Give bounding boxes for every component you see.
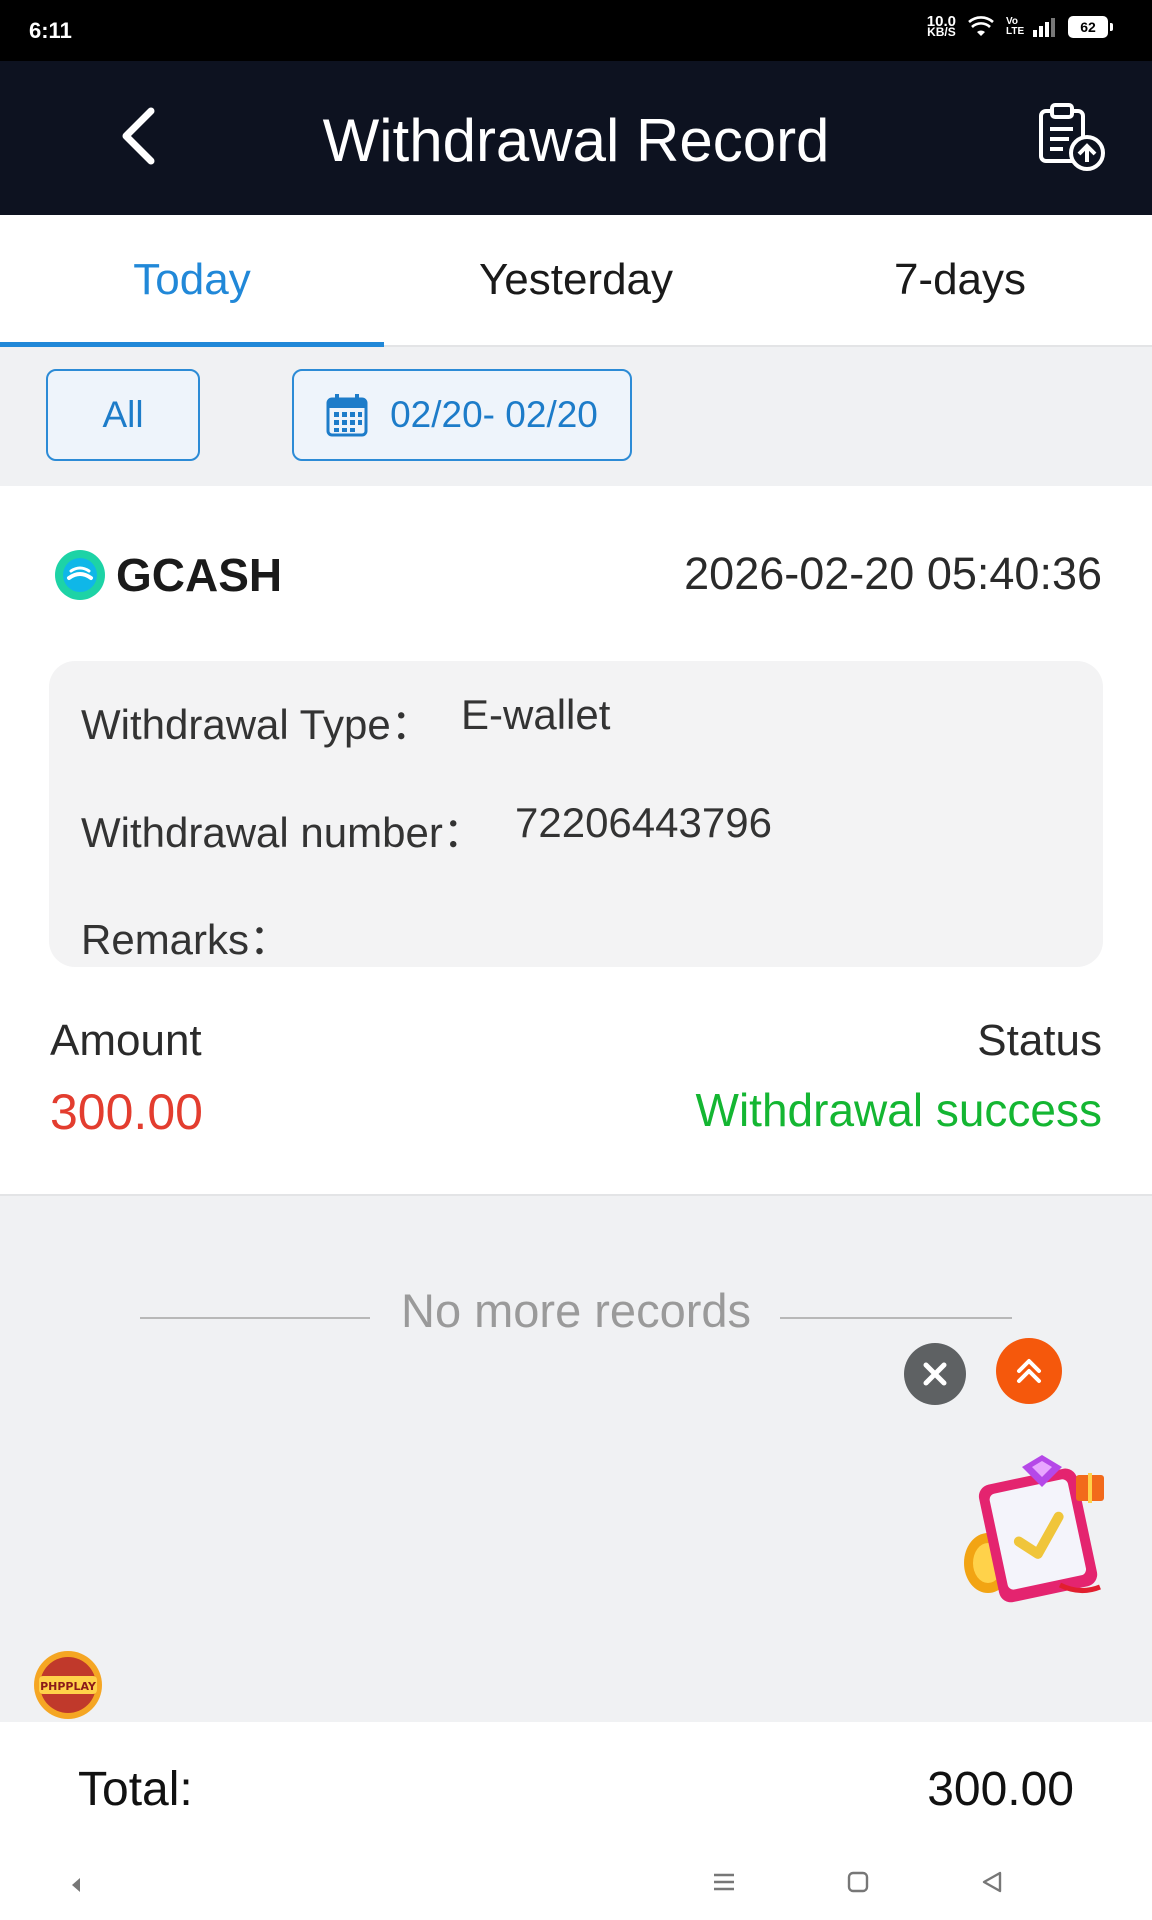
provider: GCASH: [54, 548, 282, 602]
no-more-records-text: No more records: [401, 1284, 751, 1337]
wifi-icon: [968, 16, 994, 36]
clipboard-upload-icon[interactable]: [1035, 101, 1107, 173]
withdrawal-record-card[interactable]: GCASH 2026-02-20 05:40:36 Withdrawal Typ…: [0, 486, 1152, 1196]
filter-bar: All 02/20- 02/20: [0, 349, 1152, 486]
signal-icon: [1033, 18, 1055, 37]
date-range-button[interactable]: 02/20- 02/20: [292, 369, 632, 461]
tab-yesterday[interactable]: Yesterday: [384, 215, 768, 345]
withdrawal-number-label: Withdrawal number：: [81, 809, 485, 856]
volte-icon: Vo LTE: [1006, 16, 1025, 37]
status-value: Withdrawal success: [695, 1084, 1102, 1136]
period-tabs: Today Yesterday 7-days: [0, 215, 1152, 347]
date-range-label: 02/20- 02/20: [390, 394, 598, 435]
withdrawal-type-label: Withdrawal Type：: [81, 701, 433, 748]
withdrawal-number-row: Withdrawal number： 72206443796: [81, 799, 772, 860]
total-value: 300.00: [927, 1763, 1074, 1816]
close-float-button[interactable]: [904, 1343, 966, 1405]
close-icon: [923, 1362, 947, 1386]
double-chevron-up-icon: [1017, 1359, 1041, 1383]
back-triangle-icon[interactable]: [980, 1870, 1004, 1894]
menu-icon[interactable]: [712, 1870, 736, 1894]
net-speed-unit: KB/S: [927, 25, 956, 39]
record-details: Withdrawal Type： E-wallet Withdrawal num…: [49, 661, 1103, 967]
status-label: Status: [977, 1016, 1102, 1065]
status-icons: 10.0 KB/S Vo LTE 62: [927, 14, 1113, 39]
list-end-indicator: No more records: [0, 1283, 1152, 1338]
app-header: Withdrawal Record: [0, 61, 1152, 215]
phplay-badge-icon: PHPPLAY: [34, 1651, 102, 1719]
nav-collapse-icon[interactable]: [68, 1876, 84, 1894]
scroll-to-top-button[interactable]: [996, 1338, 1062, 1404]
withdrawal-type-row: Withdrawal Type： E-wallet: [81, 691, 610, 752]
amount-label: Amount: [50, 1016, 202, 1065]
withdrawal-number-value: 72206443796: [515, 799, 772, 846]
withdrawal-type-value: E-wallet: [461, 691, 611, 738]
all-filter-label: All: [102, 394, 144, 435]
system-nav-bar: [0, 1848, 1152, 1920]
phplay-logo-button[interactable]: PHPPLAY: [33, 1650, 103, 1720]
remarks-row: Remarks：: [81, 906, 291, 967]
divider-right: [780, 1317, 1012, 1319]
gcash-logo-icon: [55, 550, 105, 600]
divider-left: [140, 1317, 370, 1319]
promo-checklist-icon[interactable]: [950, 1445, 1116, 1611]
phplay-badge-text: PHPPLAY: [40, 1680, 97, 1693]
amount-value: 300.00: [50, 1084, 203, 1140]
record-datetime: 2026-02-20 05:40:36: [684, 548, 1102, 599]
remarks-label: Remarks：: [81, 916, 292, 963]
total-bar: Total: 300.00: [0, 1722, 1152, 1848]
all-filter-button[interactable]: All: [46, 369, 200, 461]
tab-7-days[interactable]: 7-days: [768, 215, 1152, 345]
calendar-icon: [326, 394, 368, 437]
status-time: 6:11: [29, 18, 72, 43]
net-speed: 10.0 KB/S: [927, 14, 956, 39]
home-square-icon[interactable]: [846, 1870, 870, 1894]
status-bar: 6:11 10.0 KB/S Vo LTE 62: [0, 0, 1152, 61]
tab-today[interactable]: Today: [0, 215, 384, 347]
page-title: Withdrawal Record: [322, 107, 830, 174]
provider-name: GCASH: [116, 549, 283, 601]
total-label: Total:: [78, 1763, 193, 1816]
battery-icon: 62: [1068, 16, 1113, 38]
